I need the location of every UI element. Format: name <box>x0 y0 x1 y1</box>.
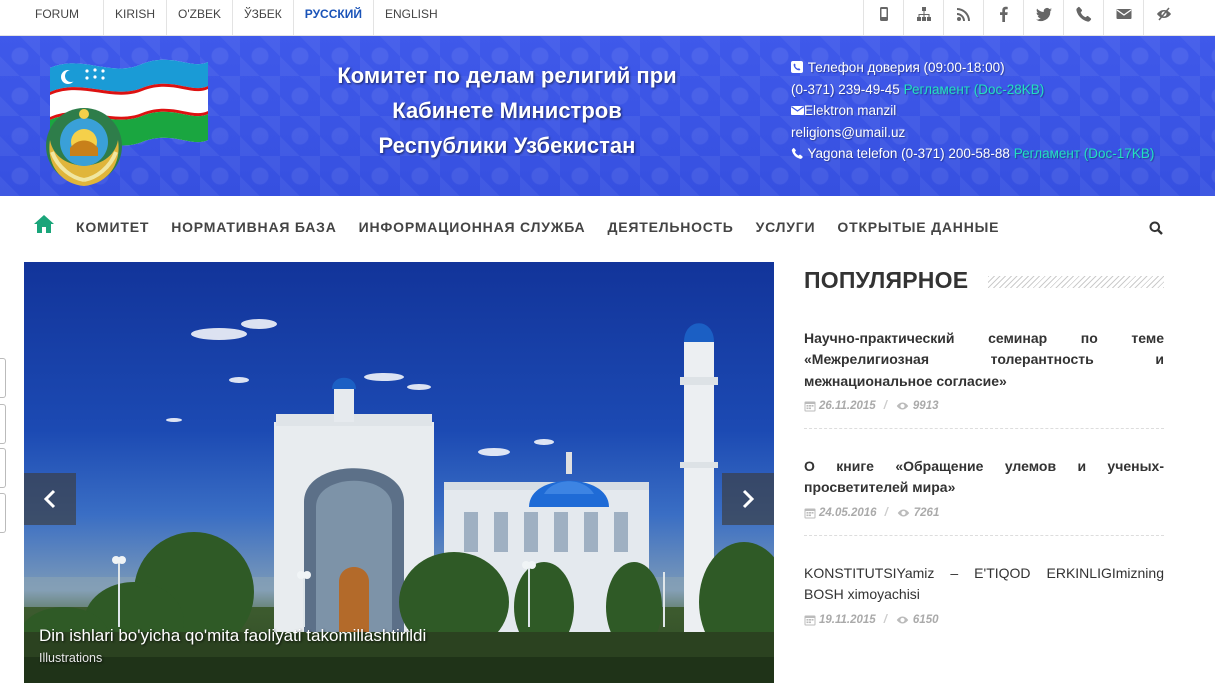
forum-link[interactable]: FORUM <box>22 0 104 36</box>
header-banner: Комитет по делам религий при Кабинете Ми… <box>0 36 1215 196</box>
header-contacts: Телефон доверия (09:00-18:00) (0-371) 23… <box>791 57 1154 165</box>
popular-header: ПОПУЛЯРНОЕ <box>804 262 1164 302</box>
image-slider[interactable]: Din ishlari bo'yicha qo'mita faoliyati t… <box>24 262 774 683</box>
nav-menu: КОМИТЕТ НОРМАТИВНАЯ БАЗА ИНФОРМАЦИОННАЯ … <box>76 219 1021 235</box>
single-phone: Yagona telefon (0-371) 200-58-88 <box>807 146 1010 161</box>
mosque-photo <box>24 319 774 683</box>
hotline-regulation-link[interactable]: Регламент (Doc-28KB) <box>904 82 1045 97</box>
eye-icon <box>896 616 909 624</box>
post-meta: 26.11.2015 / 9913 <box>804 400 1164 412</box>
calendar-icon <box>804 401 816 412</box>
lang-uzbek-latin[interactable]: O'ZBEK <box>167 0 233 36</box>
nav-item-regulatory-base[interactable]: НОРМАТИВНАЯ БАЗА <box>171 219 336 235</box>
post-date: 19.11.2015 <box>819 613 876 626</box>
email-address[interactable]: religions@umail.uz <box>791 125 905 140</box>
nav-item-information-service[interactable]: ИНФОРМАЦИОННАЯ СЛУЖБА <box>359 219 586 235</box>
popular-post: О книге «Обращение улемов и ученых-просв… <box>804 456 1164 536</box>
state-emblem-logo[interactable] <box>32 56 210 186</box>
meta-separator: / <box>883 613 887 626</box>
calendar-icon <box>804 508 816 519</box>
post-title[interactable]: О книге «Обращение улемов и ученых-просв… <box>804 456 1164 499</box>
slide-caption[interactable]: Din ishlari bo'yicha qo'mita faoliyati t… <box>39 626 426 646</box>
post-title[interactable]: Научно-практический семинар по теме «Меж… <box>804 328 1164 392</box>
eye-icon <box>896 402 909 410</box>
heading-stripe <box>988 276 1164 288</box>
post-date: 24.05.2016 <box>819 506 877 519</box>
mobile-icon[interactable] <box>863 0 903 36</box>
post-divider <box>804 534 1164 536</box>
single-phone-regulation-link[interactable]: Регламент (Doc-17KB) <box>1014 146 1155 161</box>
lang-russian[interactable]: РУССКИЙ <box>294 0 374 36</box>
nav-item-committee[interactable]: КОМИТЕТ <box>76 219 149 235</box>
lang-uzbek-cyrillic[interactable]: ЎЗБЕК <box>233 0 294 36</box>
rss-icon[interactable] <box>943 0 983 36</box>
envelope-icon <box>791 101 804 115</box>
side-tab[interactable] <box>0 448 6 488</box>
top-icons <box>863 0 1183 36</box>
popular-section: ПОПУЛЯРНОЕ Научно-практический семинар п… <box>804 262 1164 626</box>
post-divider <box>804 428 1164 430</box>
slide-category[interactable]: Illustrations <box>39 651 102 665</box>
main-nav: КОМИТЕТ НОРМАТИВНАЯ БАЗА ИНФОРМАЦИОННАЯ … <box>0 196 1215 258</box>
popular-post: Научно-практический семинар по теме «Меж… <box>804 328 1164 430</box>
nav-item-open-data[interactable]: ОТКРЫТЫЕ ДАННЫЕ <box>837 219 999 235</box>
side-tab[interactable] <box>0 358 6 398</box>
site-title[interactable]: Комитет по делам религий при Кабинете Ми… <box>300 58 714 163</box>
side-tab[interactable] <box>0 493 6 533</box>
calendar-icon <box>804 615 816 626</box>
twitter-icon[interactable] <box>1023 0 1063 36</box>
meta-separator: / <box>883 400 887 413</box>
slider-prev-button[interactable] <box>24 473 76 525</box>
top-bar: FORUM KIRISH O'ZBEK ЎЗБЕК РУССКИЙ ENGLIS… <box>0 0 1215 36</box>
chevron-right-icon <box>742 489 755 509</box>
hotline-label: Телефон доверия (09:00-18:00) <box>807 60 1005 75</box>
email-label: Elektron manzil <box>804 103 897 118</box>
low-vision-icon[interactable] <box>1143 0 1183 36</box>
side-tab[interactable] <box>0 404 6 444</box>
sitemap-icon[interactable] <box>903 0 943 36</box>
language-switcher: FORUM KIRISH O'ZBEK ЎЗБЕК РУССКИЙ ENGLIS… <box>22 0 449 36</box>
popular-heading: ПОПУЛЯРНОЕ <box>804 267 983 294</box>
post-views: 7261 <box>913 506 940 519</box>
search-icon[interactable] <box>1149 221 1163 235</box>
post-views: 9913 <box>912 400 939 413</box>
phone-icon-small <box>791 144 804 159</box>
mail-icon[interactable] <box>1103 0 1143 36</box>
site-title-line-1: Комитет по делам религий при <box>337 63 677 88</box>
nav-item-activity[interactable]: ДЕЯТЕЛЬНОСТЬ <box>607 219 733 235</box>
chevron-left-icon <box>43 489 56 509</box>
phone-square-icon <box>791 58 804 73</box>
site-title-line-3: Республики Узбекистан <box>378 133 636 158</box>
lang-english[interactable]: ENGLISH <box>374 0 449 36</box>
home-icon[interactable] <box>33 214 55 234</box>
post-meta: 24.05.2016 / 7261 <box>804 507 1164 519</box>
lang-kirish[interactable]: KIRISH <box>104 0 168 36</box>
eye-icon <box>897 509 909 517</box>
facebook-icon[interactable] <box>983 0 1023 36</box>
nav-item-services[interactable]: УСЛУГИ <box>756 219 816 235</box>
post-title[interactable]: KONSTITUTSIYamiz – E'TIQOD ERKINLIGImizn… <box>804 563 1164 606</box>
site-title-line-2: Кабинете Министров <box>392 98 622 123</box>
post-views: 6150 <box>912 613 939 626</box>
post-date: 26.11.2015 <box>819 400 876 413</box>
hotline-number: (0-371) 239-49-45 <box>791 81 900 97</box>
meta-separator: / <box>884 506 888 519</box>
post-meta: 19.11.2015 / 6150 <box>804 614 1164 626</box>
phone-icon[interactable] <box>1063 0 1103 36</box>
slider-next-button[interactable] <box>722 473 774 525</box>
popular-post: KONSTITUTSIYamiz – E'TIQOD ERKINLIGImizn… <box>804 563 1164 626</box>
